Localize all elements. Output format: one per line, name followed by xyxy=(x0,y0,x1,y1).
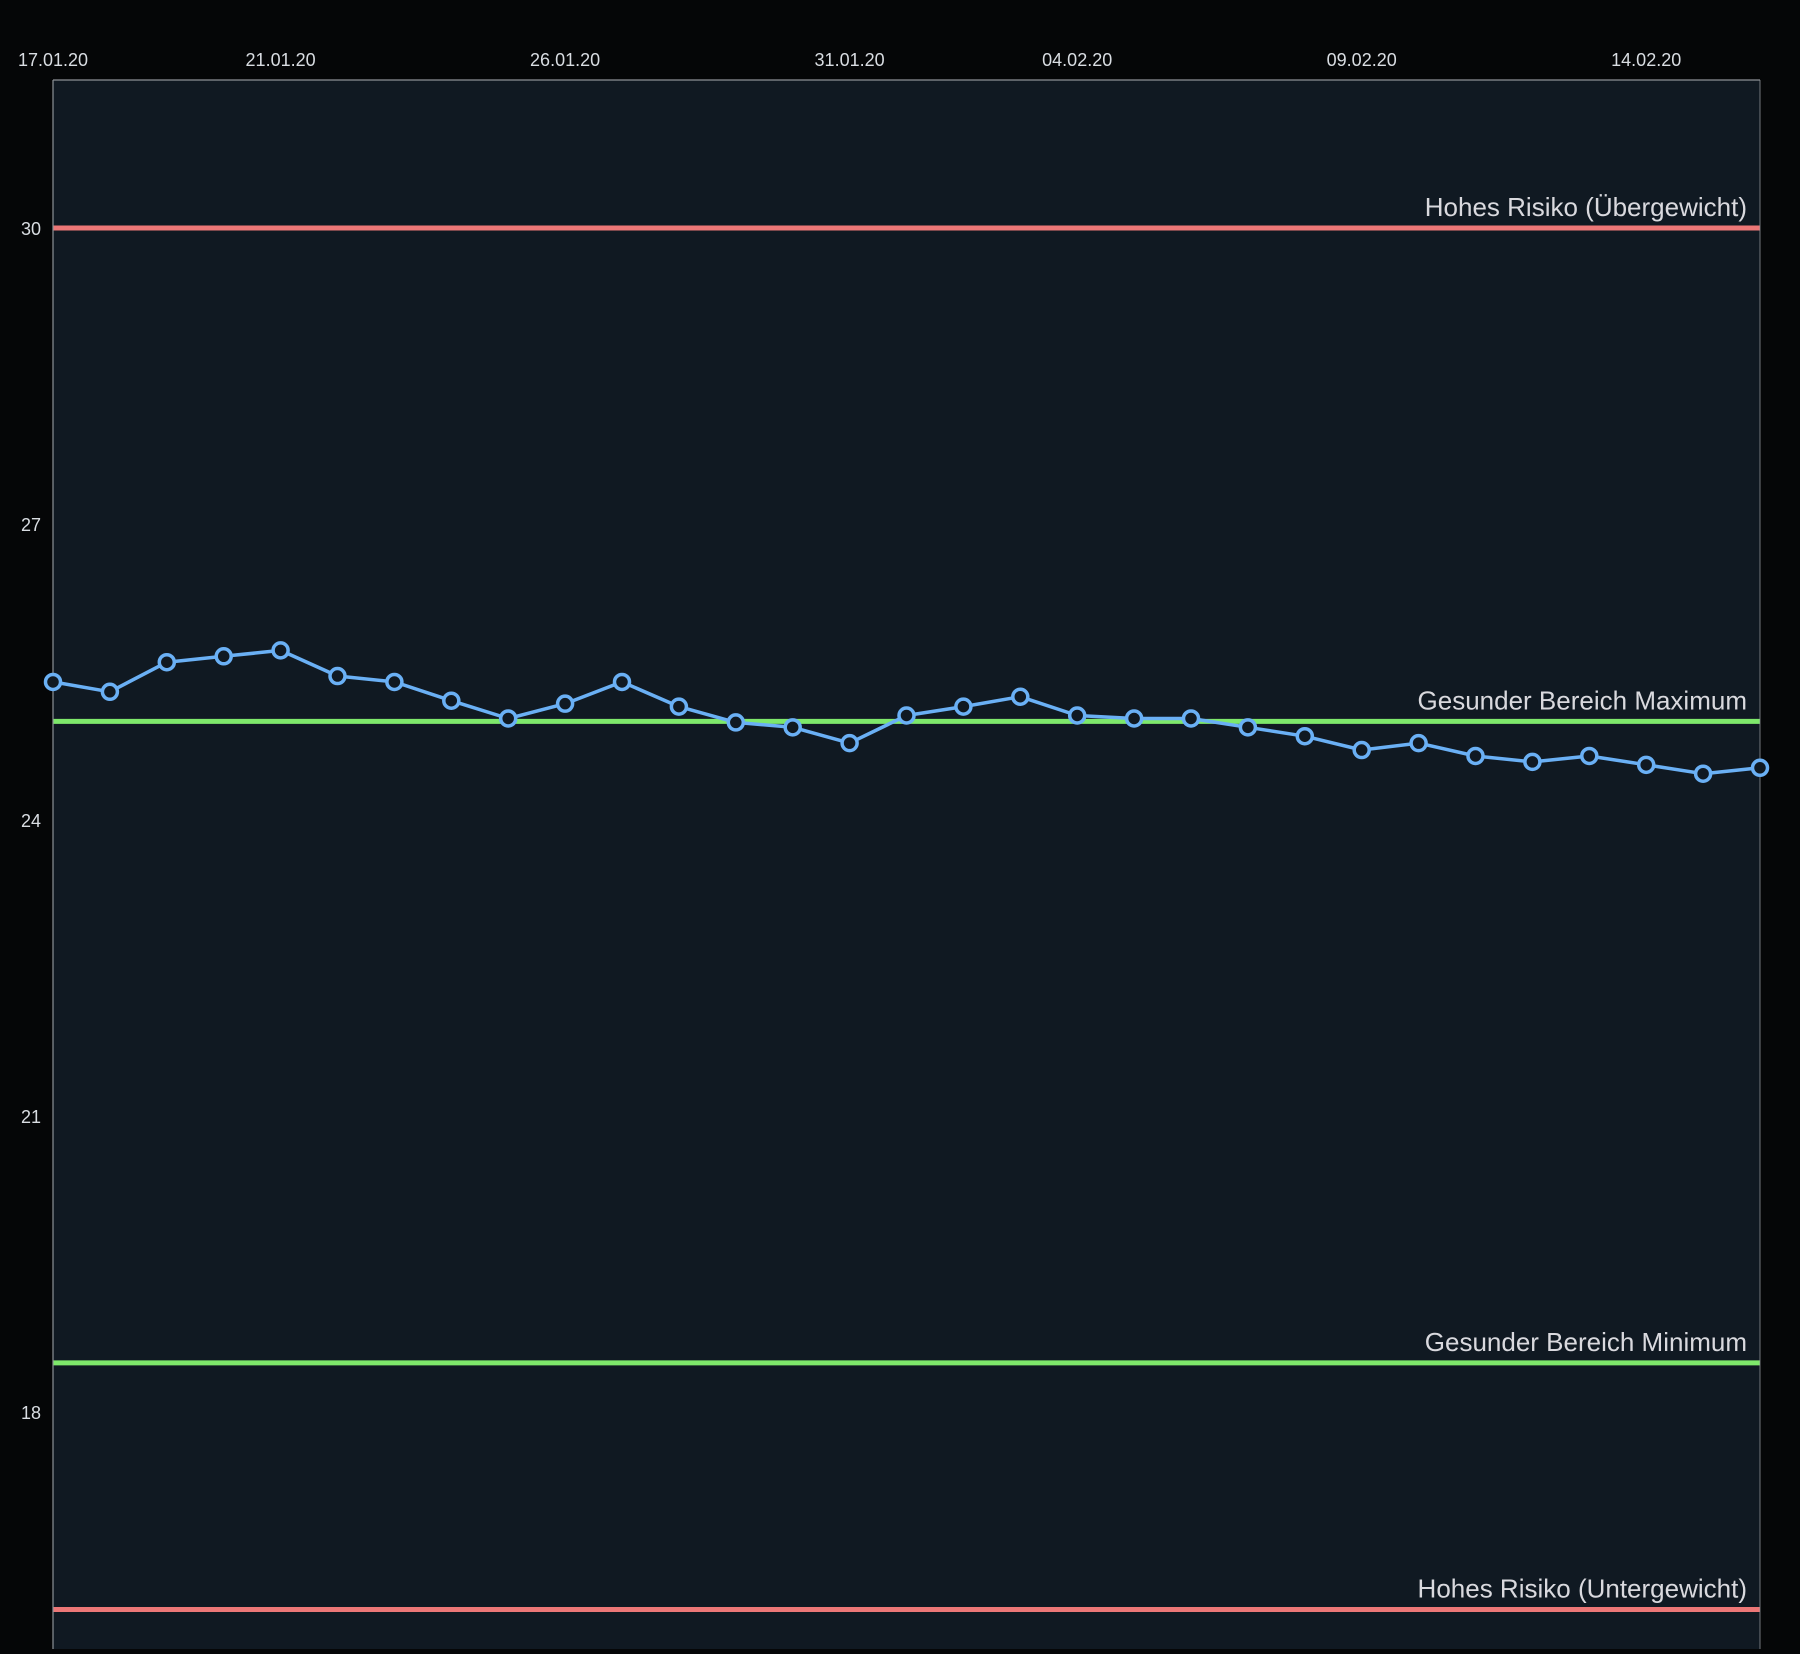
plot-area xyxy=(53,80,1760,1649)
y-tick-label: 18 xyxy=(21,1403,41,1423)
data-point xyxy=(214,647,233,666)
data-point xyxy=(1636,755,1656,775)
reference-line-label: Hohes Risiko (Untergewicht) xyxy=(1418,1574,1747,1604)
reference-line-label: Gesunder Bereich Maximum xyxy=(1418,685,1747,715)
data-point xyxy=(726,713,746,732)
data-point xyxy=(669,697,689,716)
data-point xyxy=(43,672,63,692)
data-point xyxy=(1750,758,1770,778)
data-point xyxy=(783,718,802,737)
data-point xyxy=(1067,706,1087,725)
data-point xyxy=(442,691,461,710)
x-tick-label: 09.02.20 xyxy=(1327,50,1397,70)
data-point xyxy=(271,641,290,660)
data-point xyxy=(1466,746,1485,766)
data-point xyxy=(157,652,177,672)
data-point xyxy=(1523,752,1542,772)
data-point xyxy=(1181,709,1201,728)
data-point xyxy=(1124,709,1144,728)
data-point xyxy=(385,672,404,692)
y-axis-tick-labels: 30 27 24 21 18 xyxy=(21,219,41,1423)
reference-line-label: Gesunder Bereich Minimum xyxy=(1425,1327,1747,1357)
x-tick-label: 26.01.20 xyxy=(530,50,600,70)
data-point xyxy=(612,672,632,692)
data-point xyxy=(498,709,518,728)
x-tick-label: 04.02.20 xyxy=(1042,50,1112,70)
data-point xyxy=(897,706,916,725)
data-point xyxy=(954,697,973,716)
x-axis-tick-labels: 17.01.20 21.01.20 26.01.20 31.01.20 04.02.20… xyxy=(18,50,1681,70)
y-tick-label: 30 xyxy=(21,219,41,239)
data-point xyxy=(1238,718,1258,737)
y-tick-label: 27 xyxy=(21,515,41,535)
data-point xyxy=(1011,687,1030,706)
data-point xyxy=(1352,740,1371,760)
x-tick-label: 17.01.20 xyxy=(18,50,88,70)
data-point xyxy=(840,733,859,753)
data-point xyxy=(1295,726,1315,746)
data-point xyxy=(100,682,120,702)
data-point xyxy=(1580,746,1599,766)
x-tick-label: 14.02.20 xyxy=(1611,50,1681,70)
x-tick-label: 21.01.20 xyxy=(246,50,316,70)
bmi-chart: 17.01.20 21.01.20 26.01.20 31.01.20 04.02.20… xyxy=(0,0,1800,1649)
data-point xyxy=(1693,764,1713,783)
y-tick-label: 21 xyxy=(21,1107,41,1127)
y-tick-label: 24 xyxy=(21,811,41,831)
x-tick-label: 31.01.20 xyxy=(815,50,885,70)
data-point xyxy=(555,694,575,713)
data-point xyxy=(1409,733,1428,753)
reference-line-label: Hohes Risiko (Übergewicht) xyxy=(1425,192,1747,222)
data-point xyxy=(328,666,347,686)
chart-svg: 17.01.20 21.01.20 26.01.20 31.01.20 04.02.20… xyxy=(18,50,1770,1649)
